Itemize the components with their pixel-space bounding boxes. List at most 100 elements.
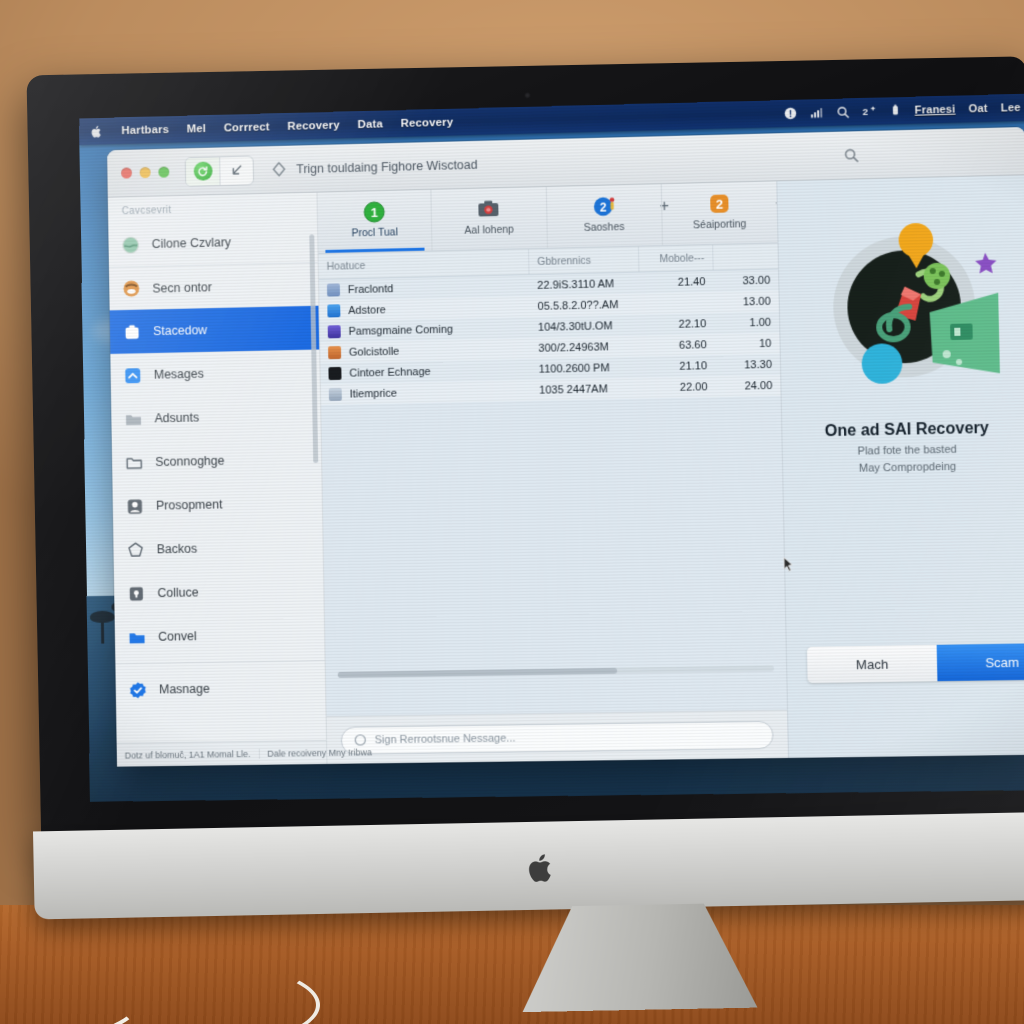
apple-logo-icon bbox=[527, 851, 556, 885]
cell-date: 1100.2600 PM bbox=[531, 357, 642, 380]
cell-size: 21.10 bbox=[641, 355, 715, 378]
search-spotlight-icon[interactable] bbox=[836, 105, 849, 118]
promo-illustration bbox=[806, 212, 1002, 407]
cell-extra: 33.00 bbox=[713, 269, 778, 292]
window-title: Trign touldaing Fighore Wisctoad bbox=[296, 157, 478, 175]
contact-icon bbox=[124, 495, 145, 516]
mach-button[interactable]: Mach bbox=[807, 645, 937, 683]
facetime-camera bbox=[524, 92, 531, 99]
purple-app-icon bbox=[328, 325, 341, 338]
column-header-size[interactable]: Mobole--- bbox=[639, 245, 713, 272]
sidebar-item-mesages[interactable]: Mesages bbox=[110, 349, 320, 397]
cell-name: Itiemprice bbox=[321, 380, 532, 405]
tab-bar: 1 Procl Tual Aal lohenp 2 Saoshes + 2 Sé… bbox=[317, 181, 777, 254]
horizontal-scrollbar[interactable] bbox=[338, 668, 617, 678]
menu-item-4[interactable]: Data bbox=[348, 118, 391, 131]
search-bar-container: Sign Rerrootsnue Nessage... bbox=[327, 710, 788, 764]
menu-item-3[interactable]: Recovery bbox=[278, 119, 348, 133]
menu-item-1[interactable]: Mel bbox=[178, 122, 215, 135]
close-button[interactable] bbox=[121, 167, 132, 178]
sidebar-item-label: Prosopment bbox=[156, 498, 223, 513]
svg-text:2: 2 bbox=[715, 197, 723, 212]
globe-icon bbox=[120, 234, 141, 255]
window-body: Cavcsevrit Cilone Czvlary Secn ontor Sta… bbox=[108, 175, 1024, 766]
promo-panel: One ad SAI Recovery Plad fote the basted… bbox=[776, 175, 1024, 758]
cell-date: 300/2.24963M bbox=[530, 336, 641, 359]
svg-text:1: 1 bbox=[371, 205, 378, 220]
signal-bars-icon[interactable] bbox=[810, 106, 823, 119]
sidebar-item-label: Backos bbox=[157, 542, 198, 557]
sidebar-item-backos[interactable]: Backos bbox=[113, 525, 323, 572]
cell-date: 22.9iS.3110 AM bbox=[529, 272, 640, 296]
file-table: Hoatuce Gbbrennics Mobole--- Fraclontd 2… bbox=[319, 243, 781, 405]
cell-extra: 24.00 bbox=[715, 375, 780, 397]
face-icon bbox=[121, 278, 142, 299]
cell-extra: 1.00 bbox=[714, 312, 779, 334]
menu-item-5[interactable]: Recovery bbox=[392, 116, 463, 130]
minimize-button[interactable] bbox=[140, 167, 151, 178]
scam-button[interactable]: Scam bbox=[937, 643, 1024, 681]
svg-text:2: 2 bbox=[599, 200, 606, 214]
status-cell-1: Dale recoiveny Mny Iribwa bbox=[258, 747, 380, 759]
orange-two-badge-icon: 2 bbox=[707, 191, 732, 216]
refresh-icon bbox=[193, 162, 212, 181]
cell-extra: 13.30 bbox=[715, 354, 780, 376]
tab-seaiporting[interactable]: 2 Séaiporting + bbox=[661, 181, 778, 245]
export-button[interactable] bbox=[219, 156, 253, 185]
sidebar-item-secn-ontor[interactable]: Secn ontor bbox=[109, 262, 319, 310]
tab-label: Saoshes bbox=[584, 221, 625, 234]
chart-icon bbox=[327, 283, 340, 296]
camera-icon bbox=[477, 197, 501, 221]
upload-icon bbox=[329, 388, 342, 401]
sidebar-item-prosopment[interactable]: Prosopment bbox=[112, 481, 322, 529]
apple-icon[interactable] bbox=[91, 124, 103, 138]
sidebar-item-convel[interactable]: Convel bbox=[115, 612, 325, 659]
sidebar-item-colluce[interactable]: Colluce bbox=[114, 568, 324, 615]
column-header-extra[interactable] bbox=[713, 243, 778, 270]
black-app-icon bbox=[328, 367, 341, 380]
info-circle-icon[interactable] bbox=[783, 107, 796, 120]
application-window: Trign touldaing Fighore Wisctoad Cavcsev… bbox=[107, 127, 1024, 767]
sidebar-item-cilone-czvlary[interactable]: Cilone Czvlary bbox=[108, 218, 317, 266]
cell-size: 21.40 bbox=[639, 270, 713, 293]
sidebar-item-masnage[interactable]: Masnage bbox=[115, 665, 325, 712]
cell-size bbox=[640, 292, 714, 315]
battery-icon[interactable] bbox=[888, 104, 901, 117]
sidebar-item-sconnoghge[interactable]: Sconnoghge bbox=[112, 437, 322, 485]
tab-aal-lohenp[interactable]: Aal lohenp bbox=[431, 187, 547, 250]
cell-date: 05.5.8.2.0??.AM bbox=[529, 294, 640, 317]
sidebar-item-label: Sconnoghge bbox=[155, 454, 224, 469]
search-input[interactable]: Sign Rerrootsnue Nessage... bbox=[341, 720, 774, 754]
traffic-lights bbox=[121, 167, 169, 179]
tab-saoshes[interactable]: 2 Saoshes + bbox=[545, 184, 661, 248]
cell-date: 104/3.30tU.OM bbox=[530, 315, 641, 338]
menu-status-text-1[interactable]: Oat bbox=[968, 102, 987, 115]
user-switch-icon[interactable]: 2 bbox=[862, 105, 875, 118]
status-bar: Dotz uf blomuč, 1A1 Momal Lle. Dale reco… bbox=[117, 740, 327, 767]
menu-status-text-2[interactable]: Lee bbox=[1001, 101, 1021, 114]
screen-content: Hartbars Mel Corrrect Recovery Data Reco… bbox=[79, 94, 1024, 802]
menu-item-2[interactable]: Corrrect bbox=[215, 121, 279, 135]
search-icon[interactable] bbox=[843, 147, 859, 163]
sidebar-item-label: Colluce bbox=[157, 585, 198, 600]
refresh-button[interactable] bbox=[186, 157, 220, 186]
toolbar-segmented-control bbox=[185, 155, 254, 186]
row-name-label: Pamsgmaine Coming bbox=[348, 323, 453, 337]
search-circle-icon bbox=[354, 733, 367, 746]
menu-item-0[interactable]: Hartbars bbox=[113, 123, 178, 137]
row-name-label: Golcistolle bbox=[349, 345, 400, 358]
zoom-button[interactable] bbox=[158, 167, 169, 178]
folder-outline-icon bbox=[124, 452, 145, 473]
menu-status-text-0[interactable]: Franesi bbox=[915, 103, 956, 116]
promo-subtitle-2: May Compropdeing bbox=[859, 461, 957, 475]
column-header-date[interactable]: Gbbrennics bbox=[529, 247, 640, 275]
status-cell-0: Dotz uf blomuč, 1A1 Momal Lle. bbox=[117, 748, 259, 760]
tab-procl-tual[interactable]: 1 Procl Tual bbox=[317, 190, 431, 253]
row-name-label: Itiemprice bbox=[350, 387, 398, 400]
sidebar-item-adsunts[interactable]: Adsunts bbox=[111, 393, 321, 441]
row-name-label: Fraclontd bbox=[348, 283, 394, 296]
sidebar-item-label: Adsunts bbox=[155, 411, 200, 426]
sidebar-item-stacedow[interactable]: Stacedow bbox=[110, 306, 320, 354]
cell-size: 22.10 bbox=[640, 313, 714, 336]
tab-label: Séaiporting bbox=[693, 218, 747, 231]
